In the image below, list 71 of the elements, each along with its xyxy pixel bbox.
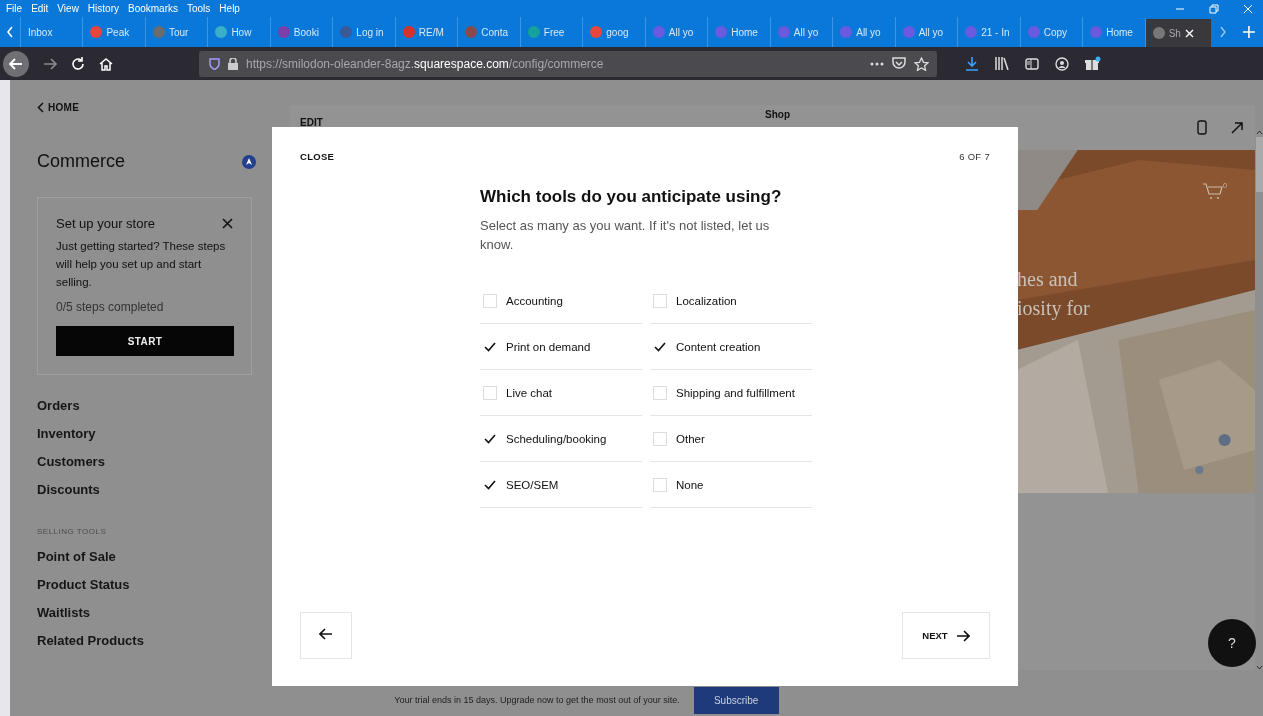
arrow-left-icon bbox=[319, 628, 333, 640]
arrow-right-icon bbox=[955, 629, 970, 642]
tool-option[interactable]: Print on demand bbox=[480, 324, 642, 370]
scroll-up-icon[interactable] bbox=[1255, 130, 1263, 135]
tool-option[interactable]: Other bbox=[650, 416, 812, 462]
trial-notice: Your trial ends in 15 days. Upgrade now to get the most out of your site. bbox=[394, 695, 680, 705]
menu-item[interactable]: View bbox=[57, 3, 79, 14]
close-icon[interactable] bbox=[222, 218, 233, 229]
chevron-right-icon[interactable] bbox=[1219, 26, 1227, 38]
subscribe-button[interactable]: Subscribe bbox=[693, 686, 779, 714]
menu-item[interactable]: History bbox=[87, 3, 119, 14]
menu-item[interactable]: Tools bbox=[187, 3, 211, 14]
tool-option[interactable]: SEO/SEM bbox=[480, 462, 642, 508]
menu-item[interactable]: File bbox=[6, 3, 23, 14]
hero-text: hes and bbox=[1017, 268, 1079, 291]
lock-icon bbox=[228, 57, 238, 70]
new-tab-icon[interactable] bbox=[1243, 26, 1255, 38]
library-icon[interactable] bbox=[995, 57, 1009, 70]
edit-label[interactable]: EDIT bbox=[300, 117, 323, 128]
checkbox[interactable] bbox=[653, 385, 667, 400]
tool-option[interactable]: Localization bbox=[650, 278, 812, 324]
hero-text: iosity for bbox=[1017, 297, 1090, 320]
address-bar[interactable]: https://smilodon-oleander-8agz.squarespace.com/config/commerce bbox=[199, 50, 937, 77]
menu-item[interactable]: Edit bbox=[31, 3, 49, 14]
progress-text: 0/5 steps completed bbox=[56, 300, 165, 314]
star-icon[interactable] bbox=[914, 56, 929, 71]
gift-icon[interactable] bbox=[1085, 56, 1101, 71]
step-counter: 6 OF 7 bbox=[959, 151, 990, 162]
tool-option[interactable]: Scheduling/booking bbox=[480, 416, 642, 462]
checkbox[interactable] bbox=[653, 477, 667, 492]
next-button[interactable]: NEXT bbox=[902, 612, 990, 659]
home-icon[interactable] bbox=[99, 56, 113, 71]
restore-icon[interactable] bbox=[1209, 3, 1219, 14]
dialog-title: Which tools do you anticipate using? bbox=[480, 187, 783, 207]
forward-icon[interactable] bbox=[43, 56, 57, 71]
checkbox[interactable] bbox=[653, 431, 667, 446]
dialog-subtitle: Select as many as you want. If it's not listed, let us know. bbox=[480, 217, 771, 254]
card-title: Set up your store bbox=[56, 216, 155, 231]
tool-option[interactable]: None bbox=[650, 462, 812, 508]
scroll-down-icon[interactable] bbox=[1255, 665, 1263, 670]
tool-option[interactable]: Shipping and fulfillment bbox=[650, 370, 812, 416]
account-icon[interactable] bbox=[1055, 56, 1069, 71]
chevron-left-icon bbox=[37, 102, 44, 113]
navigation-icon[interactable] bbox=[242, 154, 256, 169]
menu-item[interactable]: Bookmarks bbox=[128, 3, 178, 14]
pocket-icon[interactable] bbox=[892, 57, 906, 70]
tool-option[interactable]: Content creation bbox=[650, 324, 812, 370]
shield-icon bbox=[209, 57, 220, 70]
mobile-icon[interactable] bbox=[1197, 120, 1207, 135]
arrow-up-right-icon[interactable] bbox=[1231, 121, 1243, 134]
close-link[interactable]: CLOSE bbox=[300, 151, 335, 162]
checkbox[interactable] bbox=[653, 293, 667, 308]
checkbox[interactable] bbox=[483, 385, 497, 400]
more-icon[interactable] bbox=[870, 61, 884, 66]
sidebar-icon[interactable] bbox=[1025, 57, 1039, 70]
cart-icon[interactable] bbox=[1203, 182, 1224, 200]
tool-option[interactable]: Accounting bbox=[480, 278, 642, 324]
reload-icon[interactable] bbox=[71, 56, 85, 71]
chevron-left-icon[interactable] bbox=[6, 26, 14, 38]
start-button[interactable]: START bbox=[56, 326, 234, 356]
scrollbar-thumb[interactable] bbox=[1255, 137, 1263, 192]
page-title: Shop bbox=[765, 109, 790, 120]
browser-tab[interactable]: Sh bbox=[1144, 17, 1212, 47]
panel-title: Commerce bbox=[37, 151, 125, 172]
tool-option[interactable]: Live chat bbox=[480, 370, 642, 416]
menu-item[interactable]: Help bbox=[219, 3, 240, 14]
download-icon[interactable] bbox=[965, 56, 979, 71]
checkbox[interactable] bbox=[483, 293, 497, 308]
card-description: Just getting started? These steps will help you set up and start selling. bbox=[56, 239, 227, 290]
home-link[interactable]: HOME bbox=[37, 102, 290, 113]
back-icon[interactable] bbox=[3, 50, 29, 77]
